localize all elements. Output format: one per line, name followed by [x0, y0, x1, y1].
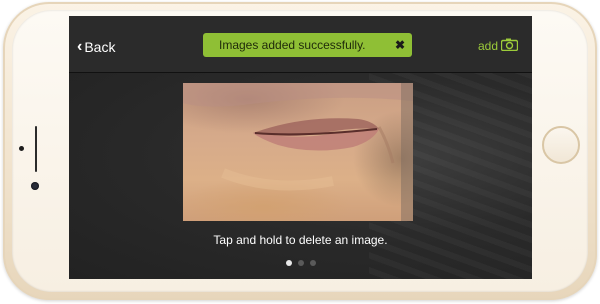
gallery-image[interactable] [183, 83, 413, 221]
lips-image-drawing [183, 83, 413, 221]
close-icon[interactable]: ✖ [395, 33, 405, 57]
navigation-bar: ‹ Back Images added successfully. ✖ add [69, 16, 532, 73]
page-dot-3[interactable] [309, 260, 316, 266]
add-label: add [477, 39, 498, 53]
success-toast: Images added successfully. ✖ [203, 33, 412, 57]
page-dot-1[interactable] [285, 260, 292, 266]
toast-message: Images added successfully. [219, 38, 366, 52]
chevron-left-icon: ‹ [77, 38, 83, 55]
add-photo-button[interactable]: add [477, 38, 519, 55]
speaker-slot [35, 126, 37, 172]
app-screen: ‹ Back Images added successfully. ✖ add [69, 16, 532, 279]
delete-hint: Tap and hold to delete an image. [213, 233, 388, 247]
camera-icon [500, 38, 519, 55]
front-camera [31, 182, 39, 190]
back-button[interactable]: ‹ Back [77, 38, 115, 56]
gallery-content: Tap and hold to delete an image. [69, 73, 532, 279]
page-dot-2[interactable] [297, 260, 304, 266]
sensor-dot [19, 146, 24, 151]
page-indicator [69, 260, 532, 266]
home-button[interactable] [542, 126, 580, 164]
back-label: Back [84, 39, 116, 55]
